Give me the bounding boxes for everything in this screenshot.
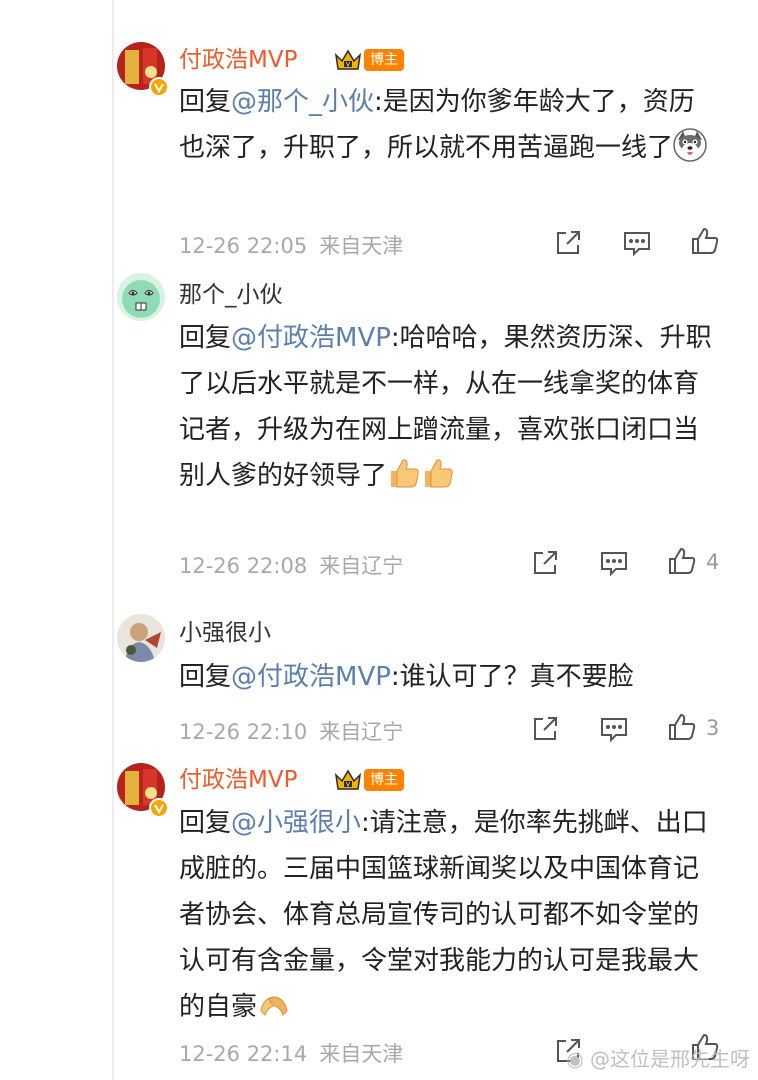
reply-prefix: 回复 [179,808,232,838]
husky-emoji-icon [673,128,707,162]
comment-meta: 12-26 22:08 来自辽宁 [179,550,403,580]
username[interactable]: 付政浩MVP [179,765,297,795]
username[interactable]: 小强很小 [179,618,271,648]
comment-source: 来自天津 [319,1042,404,1066]
comment-meta: 12-26 22:05 来自天津 [179,230,403,260]
fist-bump-emoji-icon [257,987,291,1021]
comment-time: 12-26 22:08 [179,554,308,578]
comment-source: 来自辽宁 [319,720,404,744]
comment-time: 12-26 22:10 [179,720,308,744]
share-icon[interactable] [553,228,583,258]
thread-line [112,0,114,1080]
comment-body: :谁认可了？真不要脸 [390,662,634,692]
blogger-badge: 博主 [364,769,404,791]
mention-link[interactable]: @付政浩MVP [231,323,391,353]
crown-vip-icon: V [333,47,363,73]
comment-time: 12-26 22:05 [179,234,308,258]
thumbs-up-emoji-icon [387,456,421,490]
thumbs-up-icon[interactable] [667,712,697,742]
avatar[interactable] [117,614,165,662]
watermark-text: @这位是邢先生呀 [590,1047,750,1071]
thumbs-up-icon[interactable] [690,226,720,256]
mention-link[interactable]: @付政浩MVP [231,662,391,692]
comment-source: 来自天津 [319,234,404,258]
comment-time: 12-26 22:14 [179,1042,308,1066]
comment-text: 回复@付政浩MVP:谁认可了？真不要脸 [179,654,719,700]
comment-icon[interactable] [599,548,629,578]
comment-source: 来自辽宁 [319,554,404,578]
comment-text: 回复@小强很小:请注意，是你率先挑衅、出口成脏的。三届中国篮球新闻奖以及中国体育… [179,800,719,1030]
reply-prefix: 回复 [179,662,232,692]
mention-link[interactable]: @小强很小 [231,808,361,838]
comment-text: 回复@那个_小伙:是因为你爹年龄大了，资历也深了，升职了，所以就不用苦逼跑一线了 [179,79,719,171]
username[interactable]: 付政浩MVP [179,45,297,75]
crown-vip-icon: V [333,767,363,793]
share-icon[interactable] [530,714,560,744]
thumbs-up-icon[interactable] [667,546,697,576]
blogger-badge: 博主 [364,49,404,71]
watermark: ◉ @这位是邢先生呀 [566,1043,750,1072]
mention-link[interactable]: @那个_小伙 [231,87,374,117]
reply-prefix: 回复 [179,323,232,353]
comment-icon[interactable] [622,228,652,258]
verified-v-icon [149,798,169,818]
share-icon[interactable] [530,548,560,578]
username[interactable]: 那个_小伙 [179,280,283,310]
weibo-logo-icon: ◉ [566,1047,584,1071]
like-count: 4 [706,550,720,574]
verified-v-icon [149,77,169,97]
comment-meta: 12-26 22:14 来自天津 [179,1038,403,1068]
reply-prefix: 回复 [179,87,232,117]
avatar[interactable] [117,273,165,321]
comment-text: 回复@付政浩MVP:哈哈哈，果然资历深、升职了以后水平就是不一样，从在一线拿奖的… [179,315,719,499]
like-count: 3 [706,716,720,740]
comment-icon[interactable] [599,714,629,744]
thumbs-up-emoji-icon [421,456,455,490]
comment-meta: 12-26 22:10 来自辽宁 [179,716,403,746]
